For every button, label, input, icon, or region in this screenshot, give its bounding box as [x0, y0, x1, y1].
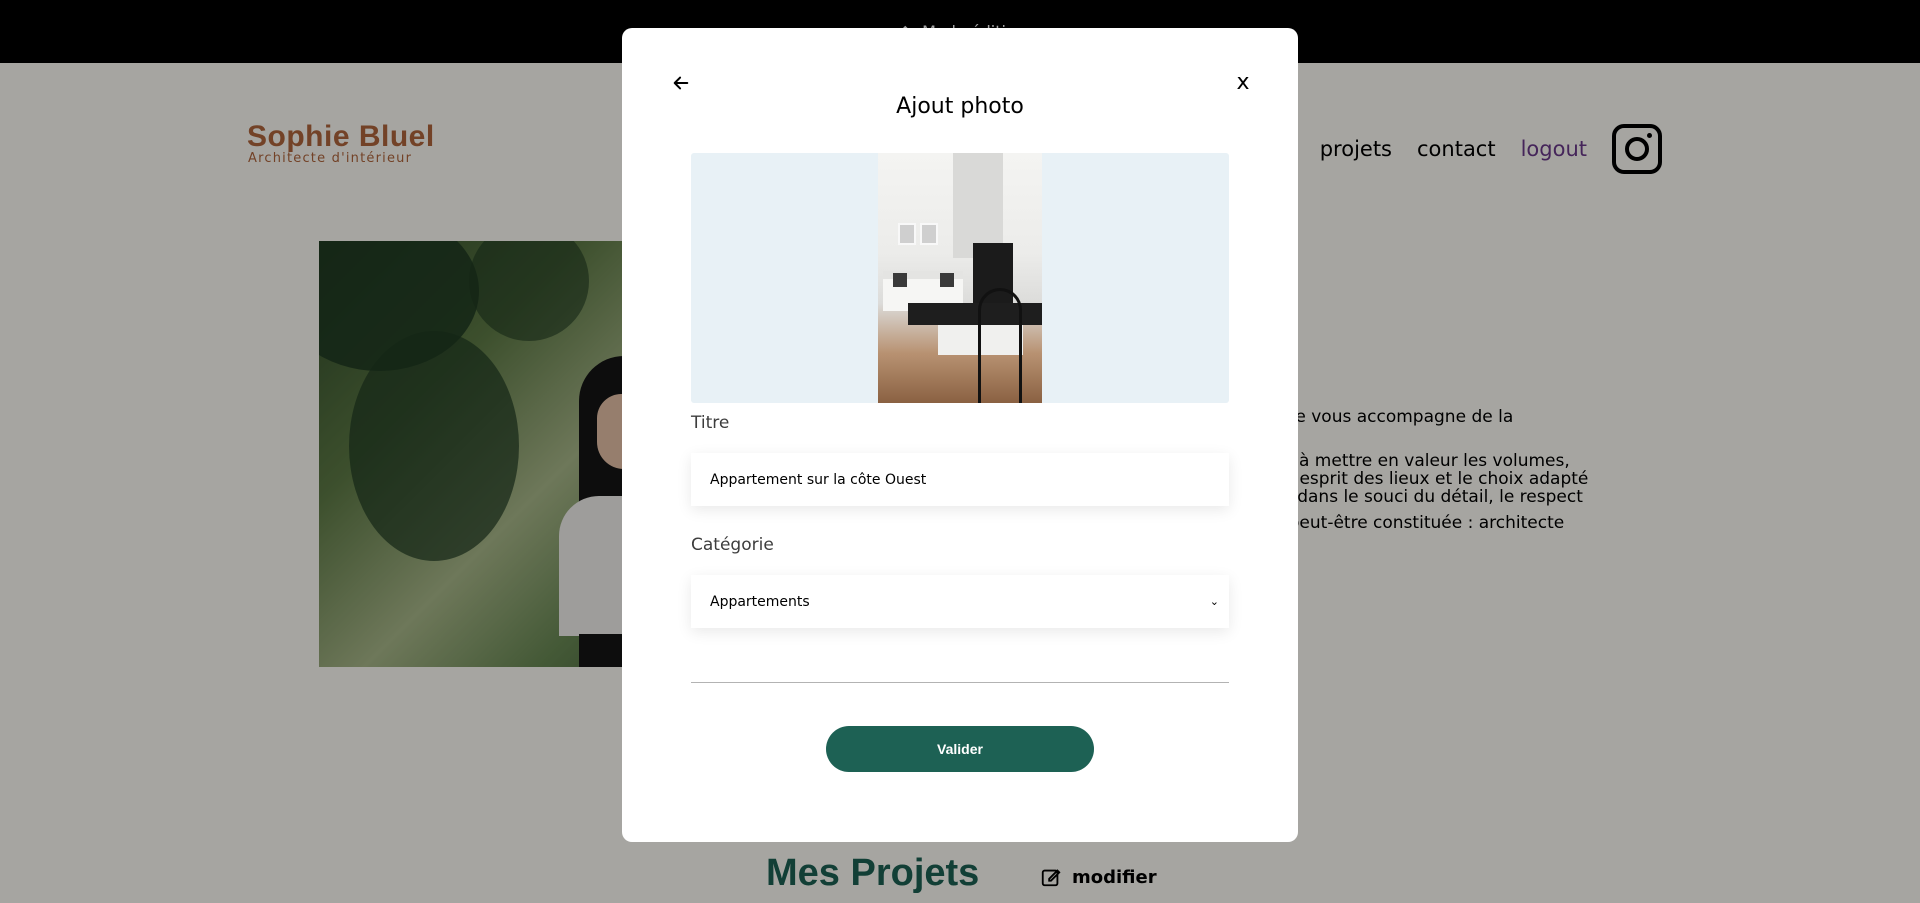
category-select[interactable]: Appartements ⌄ [691, 575, 1229, 628]
category-label: Catégorie [691, 535, 774, 555]
category-selected-value: Appartements [710, 593, 810, 610]
title-label: Titre [691, 413, 730, 433]
photo-preview [878, 153, 1042, 403]
title-field[interactable] [691, 453, 1229, 506]
arrow-left-icon [673, 76, 689, 90]
photo-upload-area[interactable] [691, 153, 1229, 403]
add-photo-modal: x Ajout photo Titre Catégorie Appartemen… [622, 28, 1298, 842]
title-input[interactable] [710, 471, 1229, 488]
modal-title: Ajout photo [896, 94, 1024, 119]
form-divider [691, 682, 1229, 683]
chevron-down-icon: ⌄ [1209, 595, 1219, 608]
submit-button[interactable]: Valider [826, 726, 1094, 772]
